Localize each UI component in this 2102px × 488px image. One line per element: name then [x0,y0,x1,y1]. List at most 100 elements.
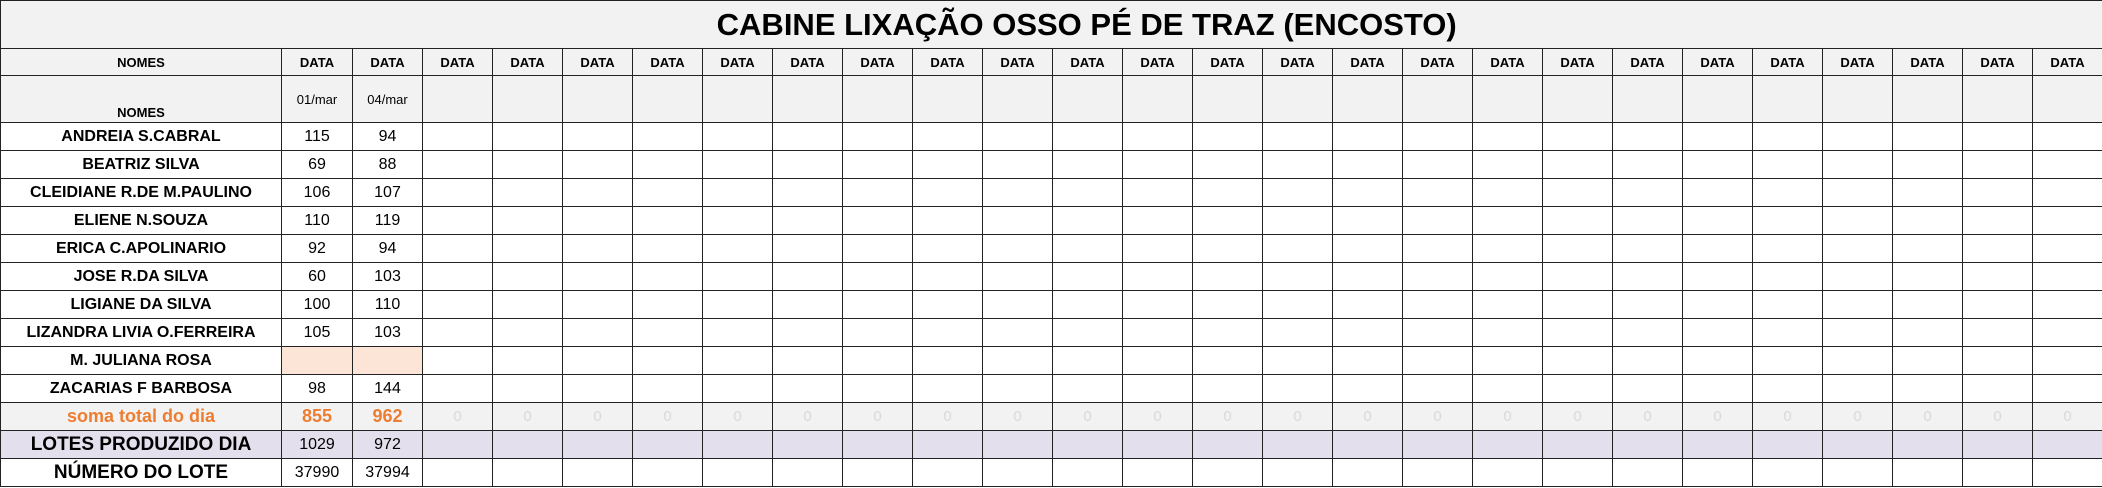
lot-number-value[interactable] [1612,458,1683,487]
value-cell[interactable] [1262,318,1333,347]
value-cell[interactable] [1822,122,1893,151]
value-cell[interactable] [982,150,1053,179]
daily-total-value[interactable]: 0 [702,402,773,431]
header-date[interactable]: DATA [492,48,563,76]
value-cell[interactable] [1472,262,1543,291]
lot-number-value[interactable] [1402,458,1473,487]
value-cell[interactable] [492,346,563,375]
lot-number-value[interactable] [842,458,913,487]
value-cell[interactable] [1052,318,1123,347]
lots-produced-label[interactable]: LOTES PRODUZIDO DIA [0,430,282,459]
value-cell[interactable] [492,234,563,263]
subheader-date[interactable] [1682,75,1753,123]
value-cell[interactable] [1892,122,1963,151]
value-cell[interactable] [1402,234,1473,263]
lot-number-value[interactable] [1472,458,1543,487]
daily-total-value[interactable]: 0 [422,402,493,431]
value-cell[interactable] [1122,122,1193,151]
header-date[interactable]: DATA [982,48,1053,76]
lot-number-value[interactable] [562,458,633,487]
value-cell[interactable] [2032,374,2102,403]
value-cell[interactable] [1262,290,1333,319]
value-cell[interactable] [1822,150,1893,179]
value-cell[interactable] [1682,206,1753,235]
lots-produced-value[interactable] [702,430,773,459]
subheader-date[interactable] [1822,75,1893,123]
value-cell[interactable] [1052,374,1123,403]
subheader-date[interactable] [1612,75,1683,123]
lots-produced-value[interactable] [1962,430,2033,459]
value-cell[interactable]: 106 [281,178,353,207]
lot-number-value[interactable] [1542,458,1613,487]
value-cell[interactable] [1472,290,1543,319]
value-cell[interactable]: 115 [281,122,353,151]
lot-number-value[interactable] [422,458,493,487]
value-cell[interactable] [1892,150,1963,179]
lots-produced-value[interactable]: 1029 [281,430,353,459]
daily-total-value[interactable]: 0 [1682,402,1753,431]
value-cell[interactable] [1682,234,1753,263]
value-cell[interactable] [1472,178,1543,207]
lot-number-label[interactable]: NÚMERO DO LOTE [0,458,282,487]
value-cell[interactable] [1332,150,1403,179]
header-date[interactable]: DATA [912,48,983,76]
subheader-date[interactable] [1332,75,1403,123]
lots-produced-value[interactable] [492,430,563,459]
subheader-names[interactable]: NOMES [0,75,282,123]
value-cell[interactable] [1612,150,1683,179]
value-cell[interactable] [1332,290,1403,319]
value-cell[interactable] [1402,290,1473,319]
daily-total-value[interactable]: 0 [1752,402,1823,431]
value-cell[interactable] [422,374,493,403]
value-cell[interactable] [912,374,983,403]
header-date[interactable]: DATA [1612,48,1683,76]
value-cell[interactable] [1402,346,1473,375]
value-cell[interactable] [1542,206,1613,235]
value-cell[interactable] [912,206,983,235]
value-cell[interactable] [632,178,703,207]
daily-total-value[interactable]: 0 [1402,402,1473,431]
value-cell[interactable] [1122,206,1193,235]
value-cell[interactable] [1052,122,1123,151]
daily-total-value[interactable]: 0 [1122,402,1193,431]
header-date[interactable]: DATA [1892,48,1963,76]
daily-total-value[interactable]: 0 [1542,402,1613,431]
header-date[interactable]: DATA [842,48,913,76]
value-cell[interactable] [632,346,703,375]
value-cell[interactable] [1192,234,1263,263]
value-cell[interactable] [1052,234,1123,263]
lot-number-value[interactable] [2032,458,2102,487]
lots-produced-value[interactable] [772,430,843,459]
value-cell[interactable] [1542,290,1613,319]
value-cell[interactable] [1192,262,1263,291]
person-name[interactable]: ANDREIA S.CABRAL [0,122,282,151]
daily-total-value[interactable]: 0 [1472,402,1543,431]
value-cell[interactable] [1682,122,1753,151]
value-cell[interactable] [982,346,1053,375]
value-cell[interactable] [1332,262,1403,291]
subheader-date[interactable] [1752,75,1823,123]
value-cell[interactable] [1052,346,1123,375]
daily-total-value[interactable]: 0 [1192,402,1263,431]
value-cell[interactable] [1542,262,1613,291]
header-date[interactable]: DATA [1332,48,1403,76]
value-cell[interactable] [562,122,633,151]
value-cell[interactable] [982,318,1053,347]
value-cell[interactable] [772,206,843,235]
daily-total-value[interactable]: 0 [1892,402,1963,431]
lot-number-value[interactable] [1682,458,1753,487]
subheader-date[interactable] [772,75,843,123]
header-date[interactable]: DATA [422,48,493,76]
value-cell[interactable] [1192,346,1263,375]
subheader-date[interactable] [1052,75,1123,123]
daily-total-value[interactable]: 0 [1612,402,1683,431]
value-cell[interactable] [1892,206,1963,235]
value-cell[interactable] [1612,346,1683,375]
value-cell[interactable] [702,122,773,151]
lots-produced-value[interactable] [1192,430,1263,459]
value-cell[interactable] [1612,318,1683,347]
lot-number-value[interactable] [702,458,773,487]
value-cell[interactable] [772,150,843,179]
subheader-date[interactable] [1262,75,1333,123]
value-cell[interactable] [1052,178,1123,207]
